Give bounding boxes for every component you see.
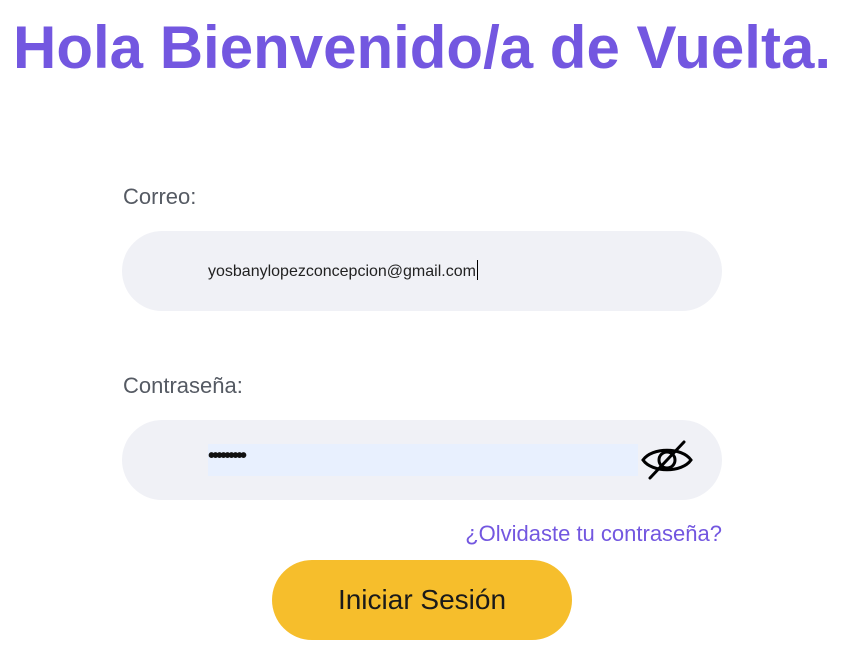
email-input[interactable]: yosbanylopezconcepcion@gmail.com	[208, 260, 478, 283]
page-title: Hola Bienvenido/a de Vuelta.	[13, 14, 831, 81]
forgot-password-link[interactable]: ¿Olvidaste tu contraseña?	[465, 521, 722, 547]
email-value: yosbanylopezconcepcion@gmail.com	[208, 263, 476, 280]
email-label: Correo:	[123, 184, 197, 209]
password-label: Contraseña:	[123, 373, 243, 398]
text-caret	[476, 260, 478, 280]
login-button[interactable]: Iniciar Sesión	[272, 560, 572, 640]
password-mask: •••••••••	[208, 445, 247, 467]
eye-slash-icon[interactable]	[640, 438, 694, 482]
login-page: Hola Bienvenido/a de Vuelta. Correo: yos…	[0, 0, 844, 666]
password-input[interactable]: •••••••••	[208, 444, 638, 476]
password-field[interactable]: •••••••••	[122, 420, 722, 500]
email-field[interactable]: yosbanylopezconcepcion@gmail.com	[122, 231, 722, 311]
